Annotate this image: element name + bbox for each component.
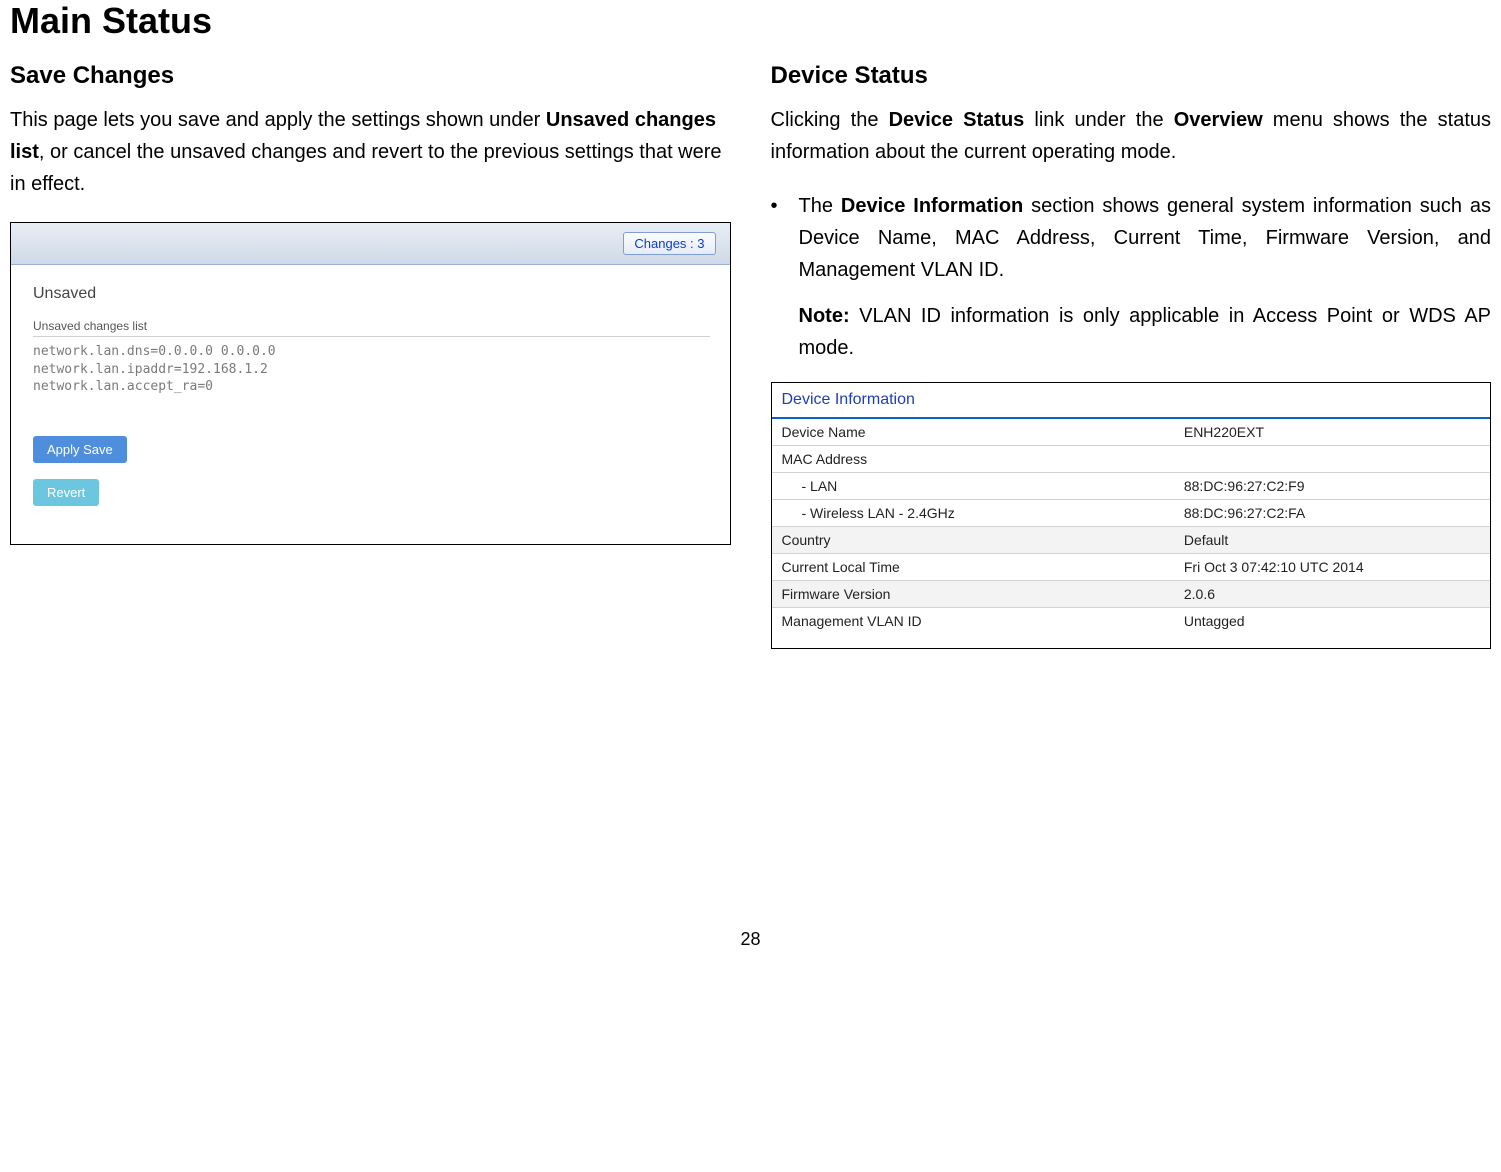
row-value: Fri Oct 3 07:42:10 UTC 2014 (1174, 554, 1490, 580)
toolbar-spacer (17, 223, 623, 264)
panel-toolbar: Changes : 3 (11, 223, 730, 265)
two-column-layout: Save Changes This page lets you save and… (10, 62, 1491, 649)
row-label: Management VLAN ID (772, 608, 1174, 634)
ds-p1c: link under the (1024, 109, 1173, 131)
table-row: MAC Address (772, 446, 1491, 473)
bullet-bold: Device Information (841, 195, 1023, 217)
table-row: Management VLAN ID Untagged (772, 608, 1491, 634)
save-changes-screenshot: Changes : 3 Unsaved Unsaved changes list… (10, 222, 731, 545)
row-value: Default (1174, 527, 1490, 553)
bullet-dot-icon: • (771, 190, 799, 286)
row-label: Country (772, 527, 1174, 553)
note-text: VLAN ID information is only applicable i… (799, 305, 1492, 359)
table-row: - LAN 88:DC:96:27:C2:F9 (772, 473, 1491, 500)
row-value: 88:DC:96:27:C2:FA (1174, 500, 1490, 526)
table-row: Firmware Version 2.0.6 (772, 581, 1491, 608)
bullet-text: The Device Information section shows gen… (799, 190, 1492, 286)
row-value: 88:DC:96:27:C2:F9 (1174, 473, 1490, 499)
row-label: Firmware Version (772, 581, 1174, 607)
row-label: - Wireless LAN - 2.4GHz (772, 500, 1174, 526)
row-value: 2.0.6 (1174, 581, 1490, 607)
right-column: Device Status Clicking the Device Status… (771, 62, 1492, 649)
row-label: Device Name (772, 419, 1174, 445)
ds-p1b: Device Status (889, 109, 1025, 131)
ds-p1d: Overview (1174, 109, 1263, 131)
note-block: Note: VLAN ID information is only applic… (799, 300, 1492, 364)
row-value: ENH220EXT (1174, 419, 1490, 445)
revert-button[interactable]: Revert (33, 479, 99, 506)
row-value (1174, 446, 1490, 472)
device-info-table: Device Information Device Name ENH220EXT… (771, 382, 1492, 649)
table-row: Current Local Time Fri Oct 3 07:42:10 UT… (772, 554, 1491, 581)
page-title: Main Status (10, 0, 1491, 42)
apply-save-button[interactable]: Apply Save (33, 436, 127, 463)
intro-pre: This page lets you save and apply the se… (10, 109, 546, 131)
table-row: - Wireless LAN - 2.4GHz 88:DC:96:27:C2:F… (772, 500, 1491, 527)
table-row: Country Default (772, 527, 1491, 554)
note-label: Note: (799, 305, 850, 327)
device-status-intro: Clicking the Device Status link under th… (771, 104, 1492, 168)
panel-body: Unsaved Unsaved changes list network.lan… (11, 265, 730, 544)
unsaved-title: Unsaved (33, 285, 710, 303)
unsaved-list-label: Unsaved changes list (33, 319, 710, 337)
row-value: Untagged (1174, 608, 1490, 634)
row-label: - LAN (772, 473, 1174, 499)
row-label: MAC Address (772, 446, 1174, 472)
save-changes-intro: This page lets you save and apply the se… (10, 104, 731, 200)
config-lines: network.lan.dns=0.0.0.0 0.0.0.0 network.… (33, 343, 710, 396)
intro-post: , or cancel the unsaved changes and reve… (10, 141, 722, 195)
bullet-pre: The (799, 195, 841, 217)
left-column: Save Changes This page lets you save and… (10, 62, 731, 649)
bullet-item: • The Device Information section shows g… (771, 190, 1492, 286)
table-row: Device Name ENH220EXT (772, 419, 1491, 446)
device-status-heading: Device Status (771, 62, 1492, 90)
device-info-title: Device Information (772, 383, 1491, 419)
changes-button[interactable]: Changes : 3 (623, 232, 715, 255)
ds-p1a: Clicking the (771, 109, 889, 131)
page-number: 28 (10, 929, 1491, 970)
row-label: Current Local Time (772, 554, 1174, 580)
save-changes-heading: Save Changes (10, 62, 731, 90)
